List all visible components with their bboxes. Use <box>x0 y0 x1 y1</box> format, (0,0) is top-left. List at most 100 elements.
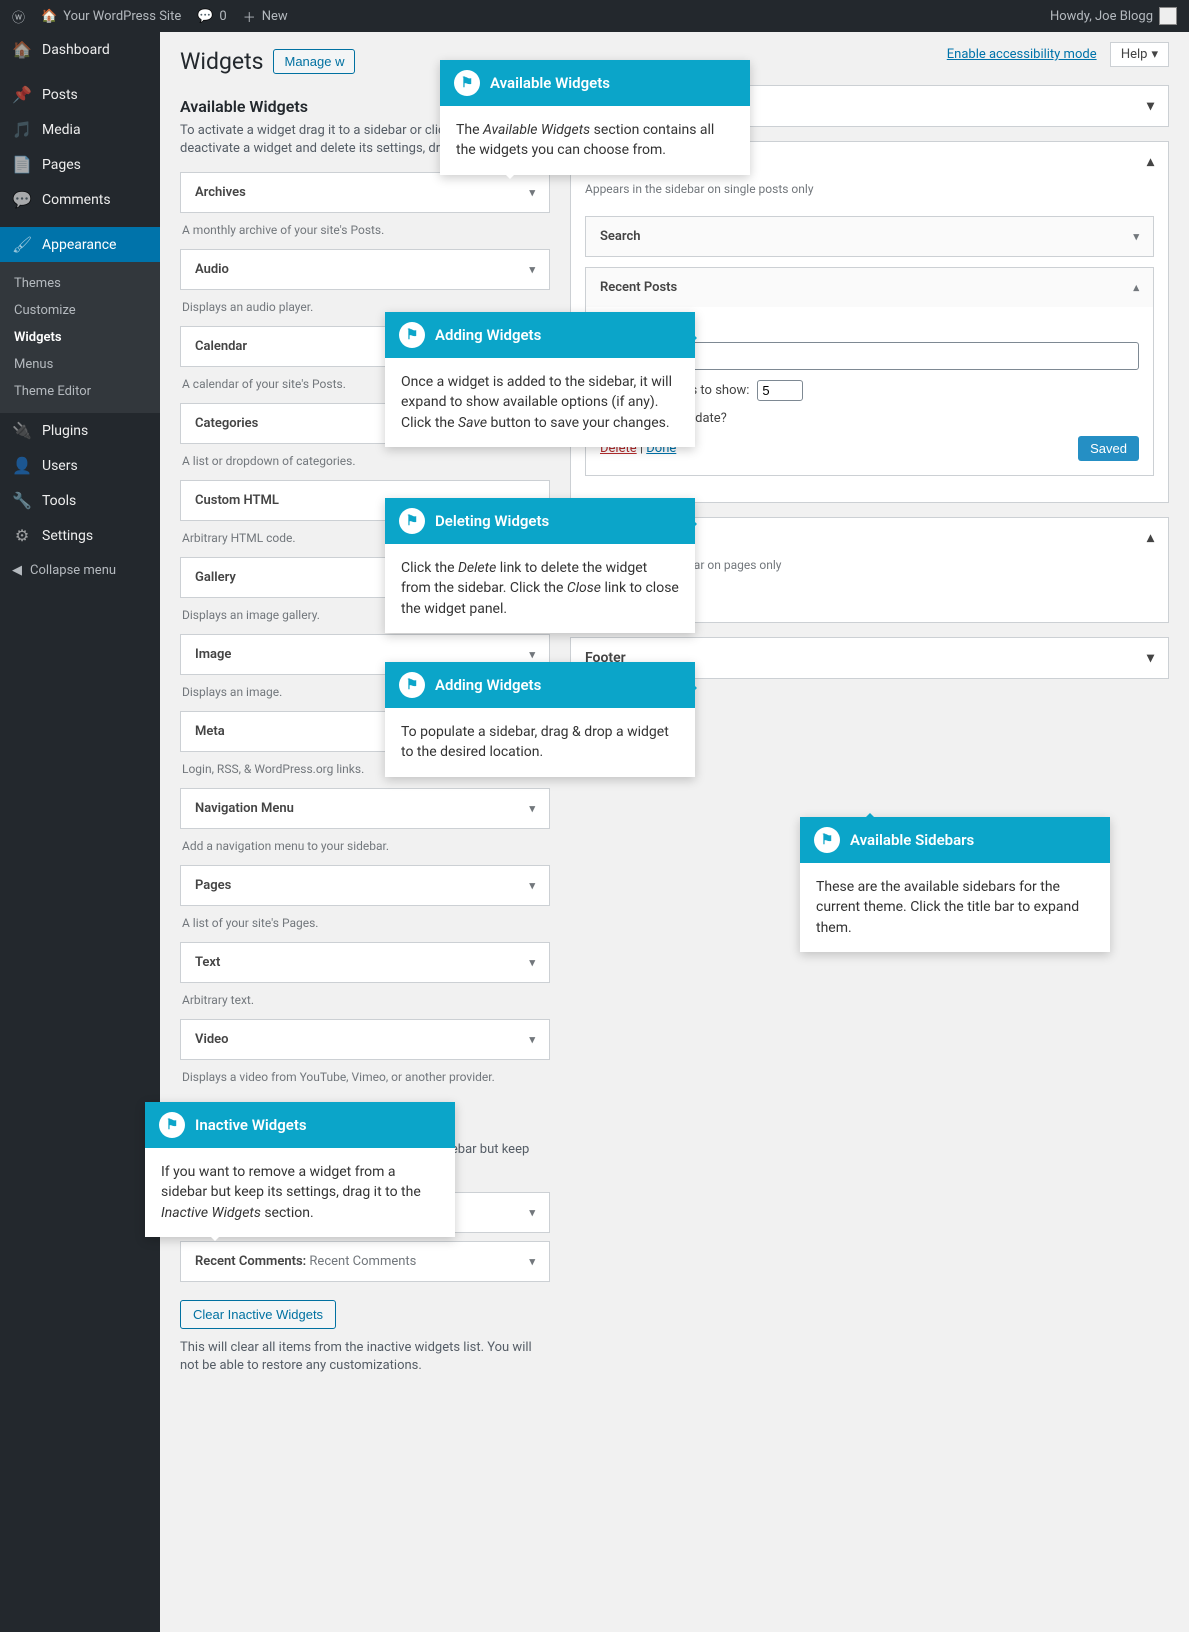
widget-title: Audio <box>195 262 229 277</box>
wrench-icon: 🔧 <box>12 491 32 510</box>
widget-title: Image <box>195 647 231 662</box>
collapse-icon: ◀ <box>12 563 22 578</box>
numposts-input[interactable] <box>757 380 803 401</box>
wp-logo-icon[interactable]: ⓦ <box>12 7 25 26</box>
chevron-up-icon: ▴ <box>1133 281 1139 294</box>
callout-available-widgets: ⚑Available Widgets The Available Widgets… <box>440 60 750 175</box>
clear-inactive-button[interactable]: Clear Inactive Widgets <box>180 1300 336 1329</box>
chevron-down-icon: ▾ <box>529 802 535 815</box>
inactive-label: Recent Comments: <box>195 1254 306 1269</box>
saved-button[interactable]: Saved <box>1078 436 1139 461</box>
menu-tools[interactable]: 🔧Tools <box>0 483 160 518</box>
widget-head[interactable]: Pages ▾ <box>181 866 549 905</box>
sub-themes[interactable]: Themes <box>0 270 160 297</box>
widget-search-head[interactable]: Search ▾ <box>586 217 1153 256</box>
chevron-down-icon: ▾ <box>529 956 535 969</box>
callout-available-sidebars: ⚑Available Sidebars These are the availa… <box>800 817 1110 952</box>
avatar <box>1159 7 1177 25</box>
widget-item[interactable]: Archives▾ <box>180 172 550 213</box>
widget-search: Search ▾ <box>585 216 1154 257</box>
sub-widgets[interactable]: Widgets <box>0 324 160 351</box>
chevron-down-icon: ▾ <box>1151 47 1158 62</box>
widget-title: Gallery <box>195 570 236 585</box>
top-right-links: Enable accessibility mode Help ▾ <box>947 42 1169 67</box>
chevron-down-icon: ▾ <box>529 879 535 892</box>
new-label: New <box>262 9 288 24</box>
menu-plugins[interactable]: 🔌Plugins <box>0 413 160 448</box>
menu-posts[interactable]: 📌Posts <box>0 77 160 112</box>
chevron-up-icon: ▴ <box>1147 154 1154 170</box>
sub-menus[interactable]: Menus <box>0 351 160 378</box>
menu-dashboard[interactable]: 🏠Dashboard <box>0 32 160 67</box>
sub-customize[interactable]: Customize <box>0 297 160 324</box>
widget-desc: A list of your site's Pages. <box>180 910 550 942</box>
widget-item[interactable]: Video ▾ <box>180 1019 550 1060</box>
page-title: Widgets <box>180 48 263 75</box>
widget-item[interactable]: Text▾ <box>180 942 550 983</box>
widget-title: Meta <box>195 724 225 739</box>
widget-head[interactable]: Audio ▾ <box>181 250 549 289</box>
flag-icon: ⚑ <box>454 70 480 96</box>
widget-head[interactable]: Video ▾ <box>181 1020 549 1059</box>
flag-icon: ⚑ <box>399 508 425 534</box>
widget-title: Custom HTML <box>195 493 279 508</box>
settings-icon: ⚙ <box>12 526 32 545</box>
inactive-widget[interactable]: Recent Comments: Recent Comments ▾ <box>180 1241 550 1282</box>
callout-deleting-widgets: ⚑Deleting Widgets Click the Delete link … <box>385 498 695 633</box>
help-button[interactable]: Help ▾ <box>1110 42 1169 67</box>
user-greeting[interactable]: Howdy, Joe Blogg <box>1050 7 1177 25</box>
widget-head[interactable]: Archives▾ <box>181 173 549 212</box>
menu-comments[interactable]: 💬Comments <box>0 182 160 217</box>
accessibility-link[interactable]: Enable accessibility mode <box>947 47 1097 62</box>
menu-users[interactable]: 👤Users <box>0 448 160 483</box>
widget-desc: A list or dropdown of categories. <box>180 448 550 480</box>
plug-icon: 🔌 <box>12 421 32 440</box>
widget-title: Video <box>195 1032 229 1047</box>
menu-media[interactable]: 🎵Media <box>0 112 160 147</box>
widget-recent-head[interactable]: Recent Posts ▴ <box>586 268 1153 307</box>
manage-button[interactable]: Manage w <box>273 49 355 74</box>
new-link[interactable]: ＋ New <box>243 7 288 26</box>
page-icon: 📄 <box>12 155 32 174</box>
widget-item[interactable]: Audio ▾ <box>180 249 550 290</box>
widget-desc: Add a navigation menu to your sidebar. <box>180 833 550 865</box>
site-link[interactable]: 🏠 Your WordPress Site <box>41 9 181 24</box>
site-name: Your WordPress Site <box>63 9 181 24</box>
chevron-down-icon: ▾ <box>1147 98 1154 114</box>
widget-head[interactable]: Text▾ <box>181 943 549 982</box>
admin-bar: ⓦ 🏠 Your WordPress Site 💬 0 ＋ New Howdy,… <box>0 0 1189 32</box>
chevron-up-icon: ▴ <box>1147 530 1154 546</box>
flag-icon: ⚑ <box>399 322 425 348</box>
sub-theme-editor[interactable]: Theme Editor <box>0 378 160 405</box>
inactive-head[interactable]: Recent Comments: Recent Comments ▾ <box>181 1242 549 1281</box>
chevron-down-icon: ▾ <box>529 186 535 199</box>
media-icon: 🎵 <box>12 120 32 139</box>
widget-title: Calendar <box>195 339 247 354</box>
widget-item[interactable]: Navigation Menu ▾ <box>180 788 550 829</box>
clear-desc: This will clear all items from the inact… <box>180 1339 550 1375</box>
menu-settings[interactable]: ⚙Settings <box>0 518 160 553</box>
flag-icon: ⚑ <box>399 672 425 698</box>
callout-adding-widgets-2: ⚑Adding Widgets To populate a sidebar, d… <box>385 662 695 777</box>
widget-desc: Displays a video from YouTube, Vimeo, or… <box>180 1064 550 1096</box>
sidebar-desc-single: Appears in the sidebar on single posts o… <box>571 182 1168 206</box>
widget-title: Navigation Menu <box>195 801 294 816</box>
chevron-down-icon: ▾ <box>529 1255 535 1268</box>
admin-sidebar: 🏠Dashboard 📌Posts 🎵Media 📄Pages 💬Comment… <box>0 32 160 1632</box>
comments-link[interactable]: 💬 0 <box>197 9 227 24</box>
menu-pages[interactable]: 📄Pages <box>0 147 160 182</box>
menu-appearance[interactable]: 🖌Appearance <box>0 227 160 262</box>
brush-icon: 🖌 <box>12 235 32 254</box>
appearance-submenu: Themes Customize Widgets Menus Theme Edi… <box>0 262 160 413</box>
widget-desc: Arbitrary text. <box>180 987 550 1019</box>
collapse-menu[interactable]: ◀Collapse menu <box>0 553 160 588</box>
widget-head[interactable]: Navigation Menu ▾ <box>181 789 549 828</box>
widget-title: Pages <box>195 878 231 893</box>
callout-adding-widgets: ⚑Adding Widgets Once a widget is added t… <box>385 312 695 447</box>
chevron-down-icon: ▾ <box>529 263 535 276</box>
callout-inactive: ⚑Inactive Widgets If you want to remove … <box>145 1102 455 1237</box>
chevron-down-icon: ▾ <box>529 1033 535 1046</box>
widget-item[interactable]: Pages ▾ <box>180 865 550 906</box>
widget-title: Categories <box>195 416 258 431</box>
inactive-sub: Recent Comments <box>309 1254 416 1269</box>
